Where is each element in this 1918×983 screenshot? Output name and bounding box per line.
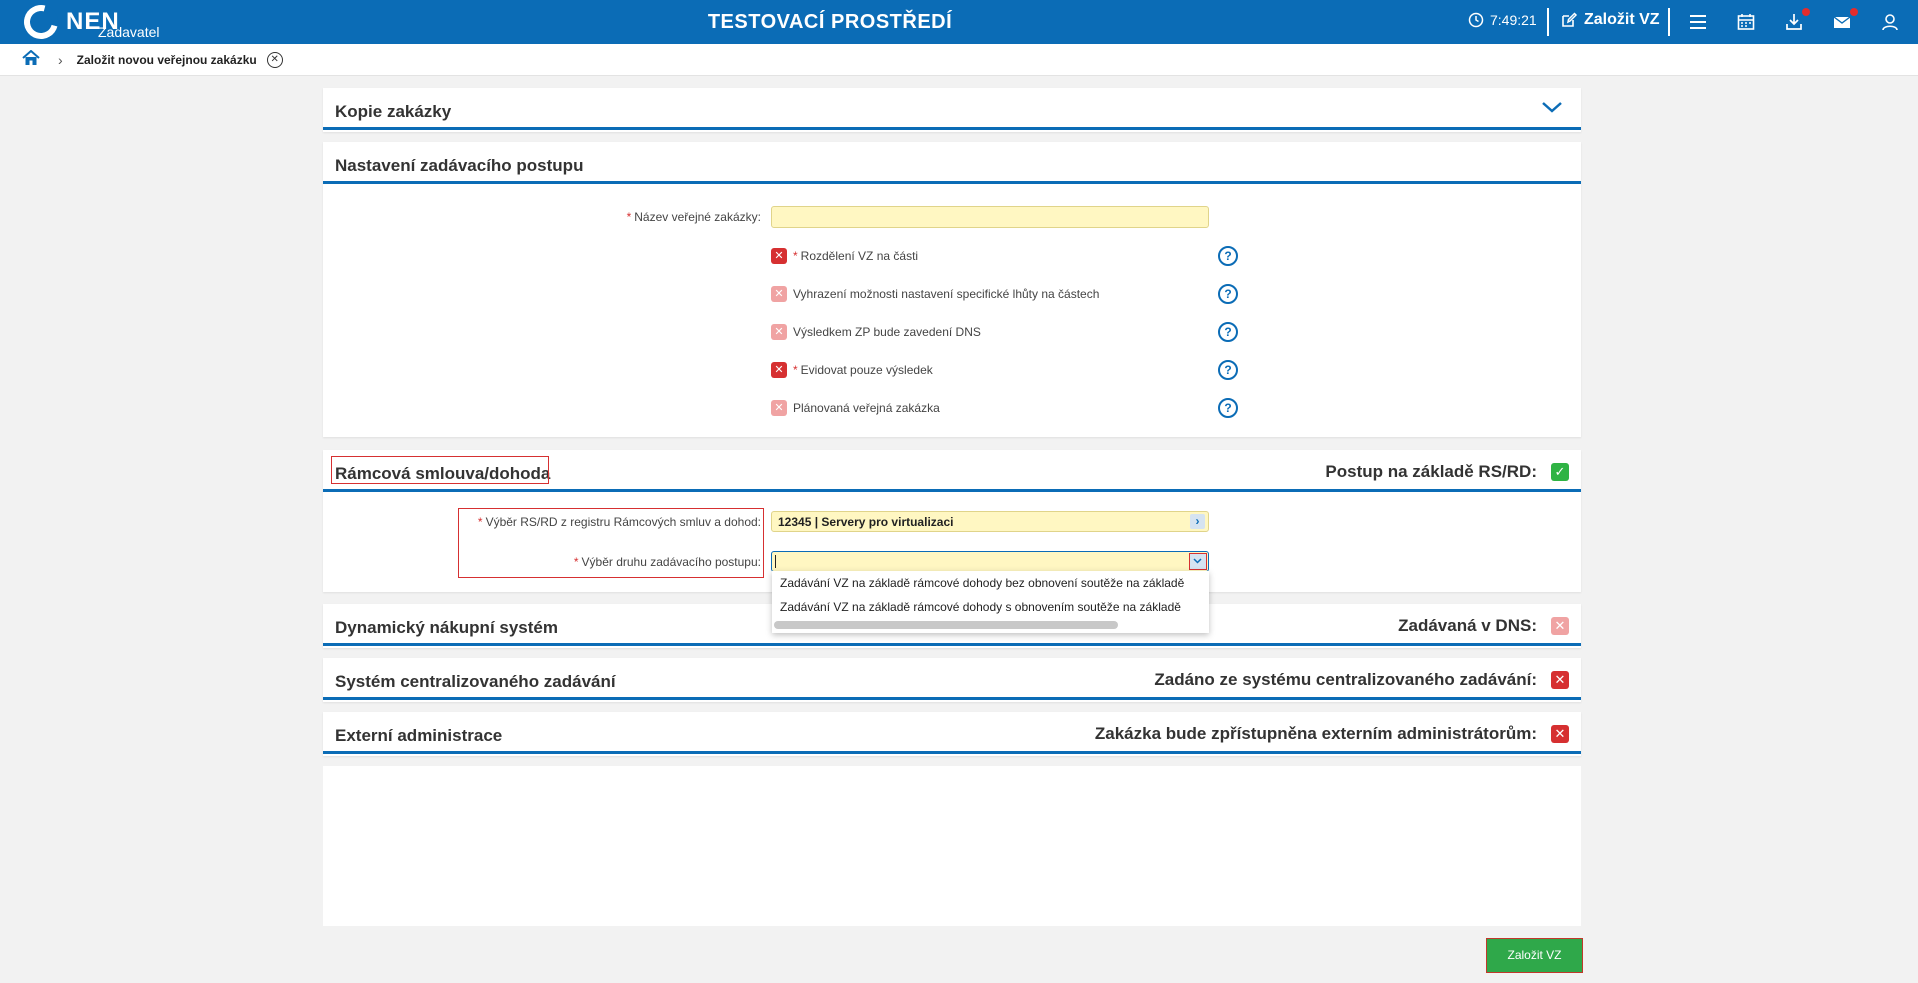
- x-checkbox-icon[interactable]: ✕: [1551, 725, 1569, 743]
- notification-dot: [1802, 8, 1810, 16]
- mail-icon[interactable]: [1832, 8, 1858, 32]
- breadcrumb-current: Založit novou veřejnou zakázku: [76, 52, 257, 67]
- content-area: [323, 766, 1581, 926]
- framework-toggle-label: Postup na základě RS/RD:: [1325, 462, 1537, 481]
- dropdown-toggle[interactable]: [1189, 553, 1207, 570]
- central-section-header: Systém centralizovaného zadávání Zadáno …: [323, 658, 1581, 700]
- breadcrumb: › Založit novou veřejnou zakázku ✕: [0, 44, 1918, 76]
- new-vz-label: Založit VZ: [1584, 11, 1660, 28]
- chevron-right-icon: ›: [58, 51, 63, 68]
- external-toggle[interactable]: Zakázka bude zpřístupněna externím admin…: [1095, 724, 1569, 744]
- text-cursor: [775, 555, 776, 568]
- section-title: Systém centralizovaného zadávání: [335, 672, 616, 691]
- central-toggle-label: Zadáno ze systému centralizovaného zadáv…: [1154, 670, 1537, 689]
- option-result-only[interactable]: ✕ * Evidovat pouze výsledek: [771, 361, 933, 379]
- copy-section-header[interactable]: Kopie zakázky: [323, 88, 1581, 130]
- x-checkbox-icon[interactable]: ✕: [1551, 671, 1569, 689]
- session-clock: 7:49:21: [1468, 12, 1537, 28]
- option-label: Vyhrazení možnosti nastavení specifické …: [793, 287, 1100, 301]
- central-toggle[interactable]: Zadáno ze systému centralizovaného zadáv…: [1154, 670, 1569, 690]
- name-input[interactable]: [771, 206, 1209, 228]
- separator: [1668, 8, 1670, 36]
- new-vz-button[interactable]: Založit VZ: [1560, 11, 1660, 29]
- dns-toggle-label: Zadávaná v DNS:: [1398, 616, 1537, 635]
- top-bar: NEN Zadavatel TESTOVACÍ PROSTŘEDÍ 7:49:2…: [0, 0, 1918, 46]
- x-checkbox-icon[interactable]: ✕: [771, 400, 787, 416]
- dropdown-option[interactable]: Zadávání VZ na základě rámcové dohody be…: [772, 571, 1209, 595]
- framework-toggle[interactable]: Postup na základě RS/RD: ✓: [1325, 462, 1569, 482]
- clock-time: 7:49:21: [1490, 12, 1537, 28]
- help-icon[interactable]: ?: [1218, 246, 1238, 266]
- home-icon[interactable]: [22, 49, 40, 69]
- menu-icon[interactable]: [1688, 12, 1708, 32]
- calendar-icon[interactable]: [1736, 12, 1756, 32]
- x-checkbox-icon[interactable]: ✕: [771, 286, 787, 302]
- x-checkbox-icon[interactable]: ✕: [771, 324, 787, 340]
- separator: [1547, 8, 1549, 36]
- procedure-field-label: * Výběr druhu zadávacího postupu:: [573, 555, 761, 569]
- clock-icon: [1468, 12, 1484, 28]
- notification-dot: [1850, 8, 1858, 16]
- section-title: Externí administrace: [335, 726, 503, 745]
- horizontal-scrollbar[interactable]: [774, 621, 1118, 629]
- option-dns[interactable]: ✕ Výsledkem ZP bude zavedení DNS: [771, 323, 981, 341]
- procedure-dropdown-list: Zadávání VZ na základě rámcové dohody be…: [772, 571, 1209, 633]
- registry-input[interactable]: 12345 | Servery pro virtualizaci ›: [771, 511, 1209, 532]
- option-planned[interactable]: ✕ Plánovaná veřejná zakázka: [771, 399, 940, 417]
- procedure-select[interactable]: [771, 551, 1209, 572]
- setup-section: Nastavení zadávacího postupu * Název veře…: [323, 142, 1581, 437]
- section-title: Nastavení zadávacího postupu: [335, 156, 584, 175]
- name-field-label: * Název veřejné zakázky:: [626, 210, 761, 224]
- check-icon[interactable]: ✓: [1551, 463, 1569, 481]
- x-checkbox-icon[interactable]: ✕: [771, 248, 787, 264]
- setup-section-header: Nastavení zadávacího postupu: [323, 142, 1581, 184]
- section-title: Kopie zakázky: [335, 102, 452, 121]
- chevron-down-icon[interactable]: [1541, 100, 1563, 114]
- option-label: Evidovat pouze výsledek: [800, 363, 933, 377]
- external-section: Externí administrace Zakázka bude zpříst…: [323, 712, 1581, 756]
- section-title: Dynamický nákupní systém: [335, 618, 558, 637]
- user-icon[interactable]: [1880, 12, 1900, 32]
- help-icon[interactable]: ?: [1218, 284, 1238, 304]
- chevron-right-icon[interactable]: ›: [1190, 514, 1205, 529]
- dns-toggle[interactable]: Zadávaná v DNS: ✕: [1398, 616, 1569, 636]
- close-tab-icon[interactable]: ✕: [266, 51, 283, 68]
- external-section-header: Externí administrace Zakázka bude zpříst…: [323, 712, 1581, 754]
- option-label: Rozdělení VZ na části: [800, 249, 919, 263]
- option-label: Výsledkem ZP bude zavedení DNS: [793, 325, 981, 339]
- registry-field-label: * Výběr RS/RD z registru Rámcových smluv …: [477, 515, 761, 529]
- download-icon[interactable]: [1784, 8, 1810, 32]
- x-checkbox-icon[interactable]: ✕: [771, 362, 787, 378]
- option-label: Plánovaná veřejná zakázka: [793, 401, 940, 415]
- help-icon[interactable]: ?: [1218, 398, 1238, 418]
- option-specific-deadline[interactable]: ✕ Vyhrazení možnosti nastavení specifick…: [771, 285, 1099, 303]
- edit-icon: [1562, 12, 1578, 27]
- external-toggle-label: Zakázka bude zpřístupněna externím admin…: [1094, 724, 1537, 743]
- dropdown-option[interactable]: Zadávání VZ na základě rámcové dohody s …: [772, 595, 1209, 619]
- option-split-parts[interactable]: ✕ * Rozdělení VZ na části: [771, 247, 918, 265]
- central-section: Systém centralizovaného zadávání Zadáno …: [323, 658, 1581, 702]
- environment-title: TESTOVACÍ PROSTŘEDÍ: [707, 11, 953, 33]
- chevron-down-icon: [1193, 558, 1202, 564]
- registry-value: 12345 | Servery pro virtualizaci: [778, 515, 954, 529]
- x-checkbox-icon[interactable]: ✕: [1551, 617, 1569, 635]
- help-icon[interactable]: ?: [1218, 322, 1238, 342]
- help-icon[interactable]: ?: [1218, 360, 1238, 380]
- copy-section: Kopie zakázky: [323, 88, 1581, 132]
- submit-vz-button[interactable]: Založit VZ: [1486, 938, 1583, 973]
- highlight-frame: [331, 456, 549, 484]
